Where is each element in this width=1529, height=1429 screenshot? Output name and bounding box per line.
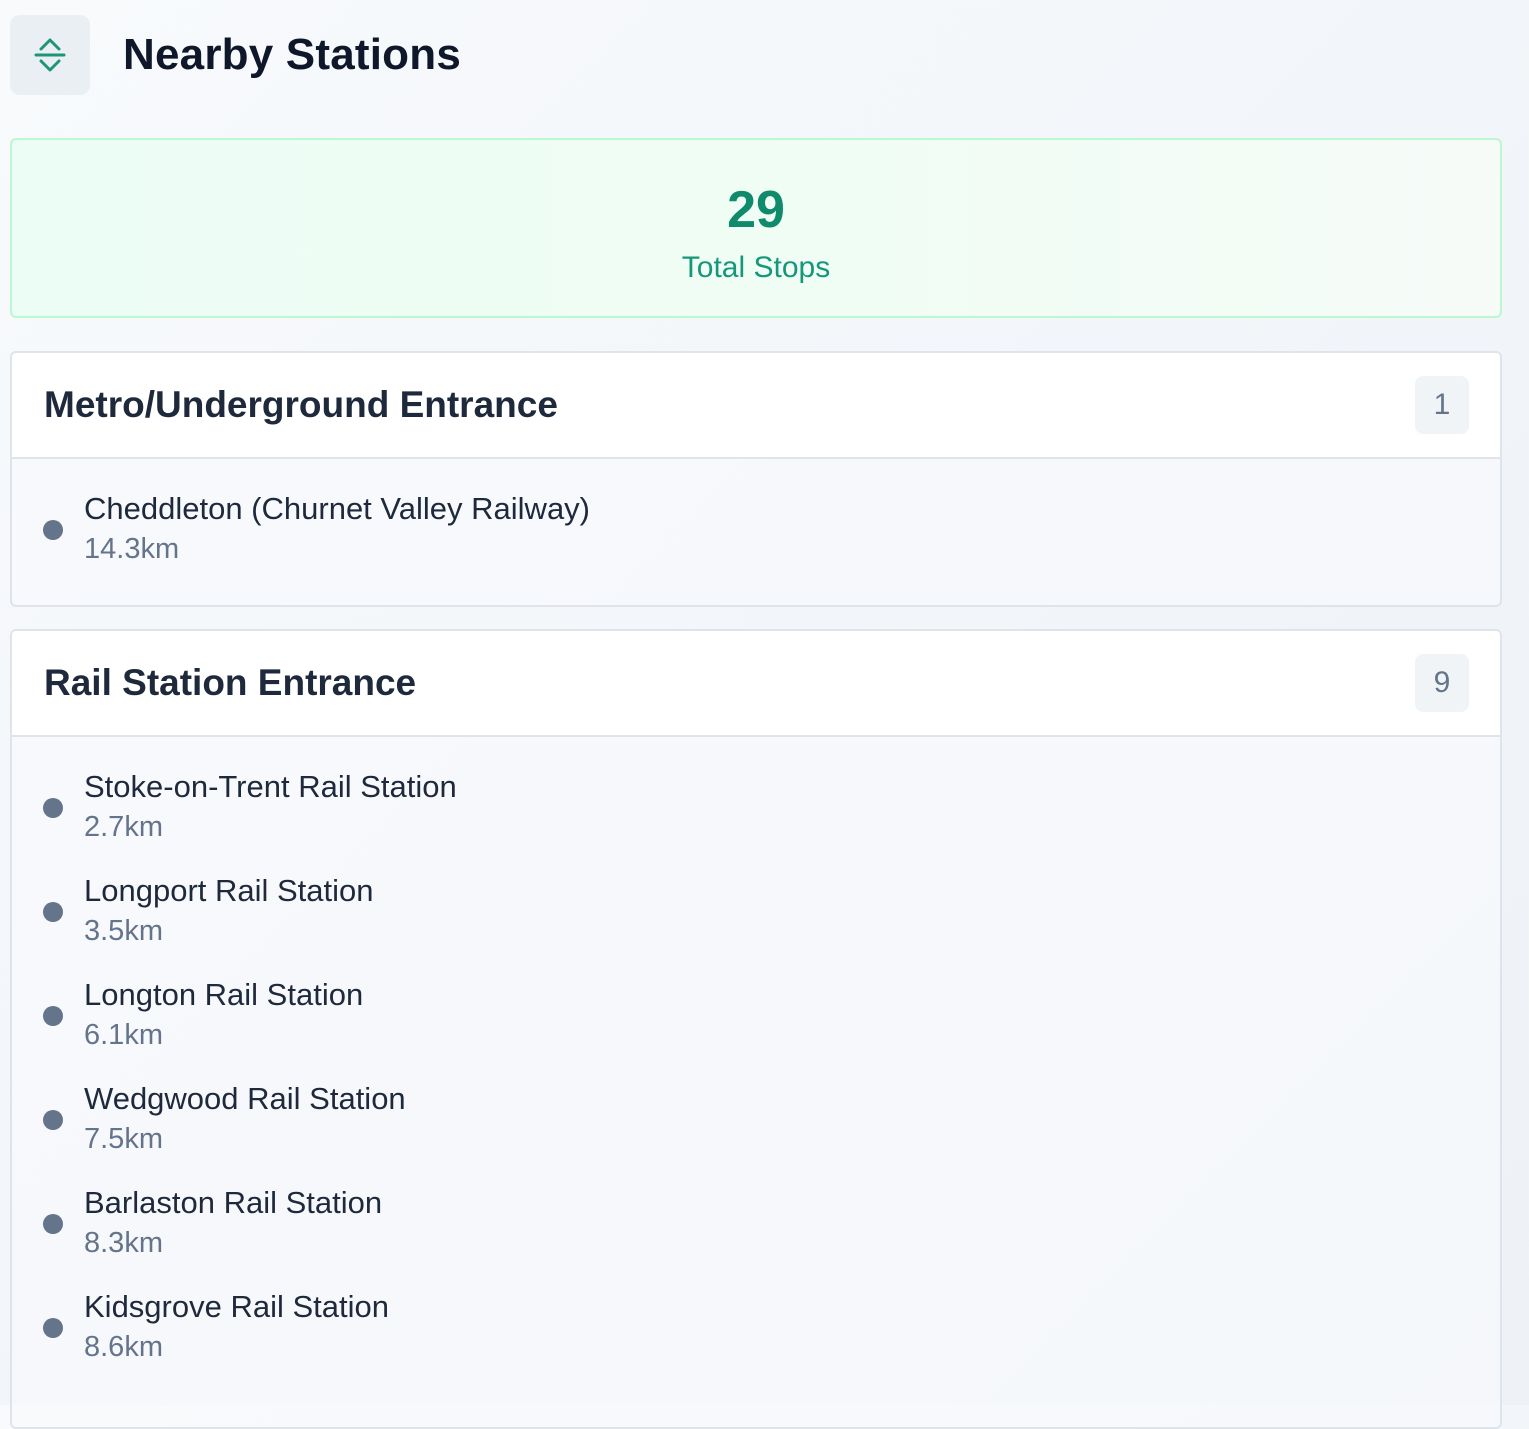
- expand-collapse-icon: [34, 38, 66, 72]
- bullet-dot-icon: [43, 1214, 63, 1234]
- stop-distance: 8.6km: [84, 1331, 163, 1363]
- stop-item[interactable]: Stoke-on-Trent Rail Station 2.7km: [12, 765, 1500, 869]
- stop-distance: 2.7km: [84, 811, 163, 843]
- group-header[interactable]: Rail Station Entrance 9: [12, 631, 1500, 737]
- group-title: Metro/Underground Entrance: [44, 384, 558, 425]
- total-stops-label: Total Stops: [681, 251, 831, 284]
- stop-distance: 6.1km: [84, 1019, 163, 1051]
- group-header[interactable]: Metro/Underground Entrance 1: [12, 353, 1500, 459]
- group-rail-station-entrance: Rail Station Entrance 9 Stoke-on-Trent R…: [10, 629, 1502, 1429]
- group-count-badge: 9: [1415, 654, 1469, 712]
- group-metro-underground-entrance: Metro/Underground Entrance 1 Cheddleton …: [10, 351, 1502, 607]
- stop-name: Barlaston Rail Station: [84, 1185, 383, 1220]
- stop-list: Cheddleton (Churnet Valley Railway) 14.3…: [12, 459, 1500, 591]
- stop-name: Cheddleton (Churnet Valley Railway): [84, 491, 591, 526]
- stop-item[interactable]: Kidsgrove Rail Station 8.6km: [12, 1285, 1500, 1389]
- stop-item[interactable]: Longton Rail Station 6.1km: [12, 973, 1500, 1077]
- stop-distance: 14.3km: [84, 533, 180, 565]
- stop-name: Stoke-on-Trent Rail Station: [84, 769, 457, 804]
- stop-list: Stoke-on-Trent Rail Station 2.7km Longpo…: [12, 737, 1500, 1389]
- stop-item[interactable]: Cheddleton (Churnet Valley Railway) 14.3…: [12, 487, 1500, 591]
- stop-item[interactable]: Longport Rail Station 3.5km: [12, 869, 1500, 973]
- bullet-dot-icon: [43, 1318, 63, 1338]
- total-stops-card: 29 Total Stops: [10, 138, 1502, 318]
- group-title: Rail Station Entrance: [44, 662, 417, 703]
- total-stops-count: 29: [727, 181, 785, 239]
- expand-collapse-button[interactable]: [10, 15, 90, 95]
- stop-name: Longport Rail Station: [84, 873, 374, 908]
- stop-name: Longton Rail Station: [84, 977, 364, 1012]
- bullet-dot-icon: [43, 520, 63, 540]
- bullet-dot-icon: [43, 902, 63, 922]
- stop-name: Kidsgrove Rail Station: [84, 1289, 389, 1324]
- stop-distance: 7.5km: [84, 1123, 163, 1155]
- stop-name: Wedgwood Rail Station: [84, 1081, 406, 1116]
- stop-distance: 3.5km: [84, 915, 163, 947]
- stop-distance: 8.3km: [84, 1227, 163, 1259]
- bullet-dot-icon: [43, 798, 63, 818]
- panel-header: Nearby Stations: [10, 14, 461, 96]
- bullet-dot-icon: [43, 1006, 63, 1026]
- group-count-badge: 1: [1415, 376, 1469, 434]
- page-title: Nearby Stations: [123, 30, 461, 79]
- stop-item[interactable]: Barlaston Rail Station 8.3km: [12, 1181, 1500, 1285]
- stop-item[interactable]: Wedgwood Rail Station 7.5km: [12, 1077, 1500, 1181]
- bullet-dot-icon: [43, 1110, 63, 1130]
